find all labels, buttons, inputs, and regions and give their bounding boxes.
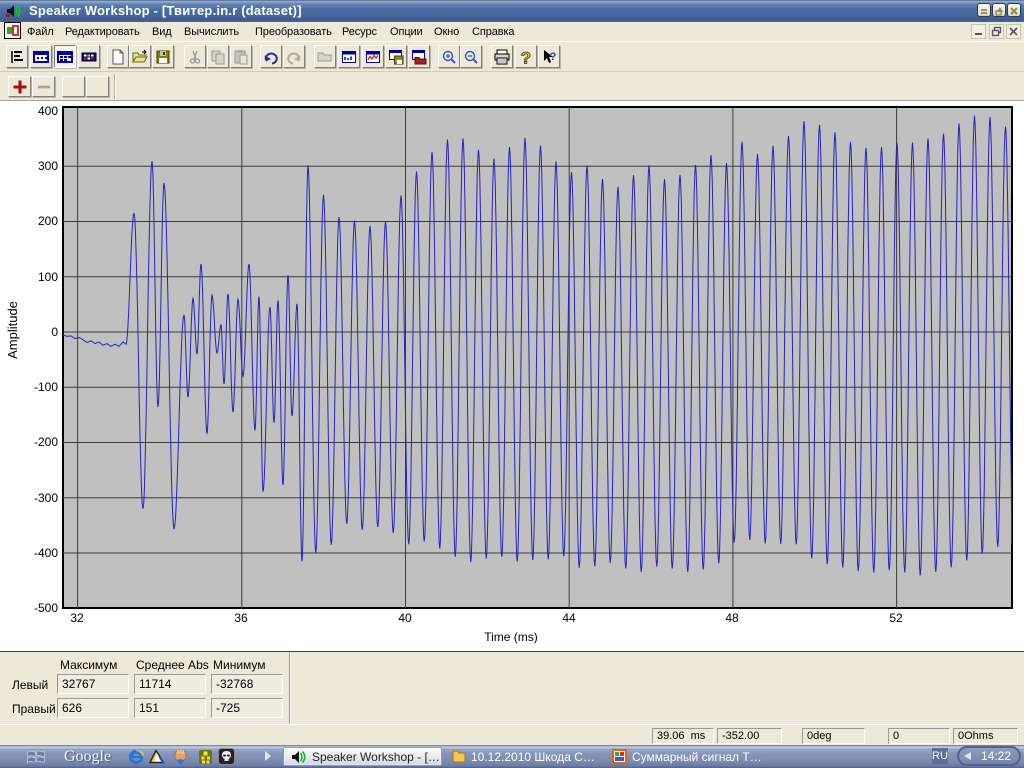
svg-text:-200: -200 bbox=[34, 435, 58, 449]
svg-text:0: 0 bbox=[51, 325, 58, 339]
svg-text:300: 300 bbox=[38, 159, 58, 173]
svg-text:52: 52 bbox=[889, 611, 903, 625]
svg-text:36: 36 bbox=[234, 611, 248, 625]
svg-text:?: ? bbox=[550, 51, 557, 63]
svg-text:Time (ms): Time (ms) bbox=[484, 630, 538, 644]
svg-text:?: ? bbox=[521, 49, 531, 65]
svg-text:32: 32 bbox=[70, 611, 84, 625]
svg-text:100: 100 bbox=[38, 270, 58, 284]
svg-text:-300: -300 bbox=[34, 491, 58, 505]
svg-text:-100: -100 bbox=[34, 380, 58, 394]
svg-text:40: 40 bbox=[398, 611, 412, 625]
svg-text:48: 48 bbox=[725, 611, 739, 625]
svg-text:-400: -400 bbox=[34, 546, 58, 560]
svg-text:Amplitude: Amplitude bbox=[5, 301, 20, 359]
svg-text:200: 200 bbox=[38, 214, 58, 228]
svg-text:44: 44 bbox=[562, 611, 576, 625]
svg-text:-500: -500 bbox=[34, 601, 58, 615]
svg-text:400: 400 bbox=[38, 104, 58, 118]
